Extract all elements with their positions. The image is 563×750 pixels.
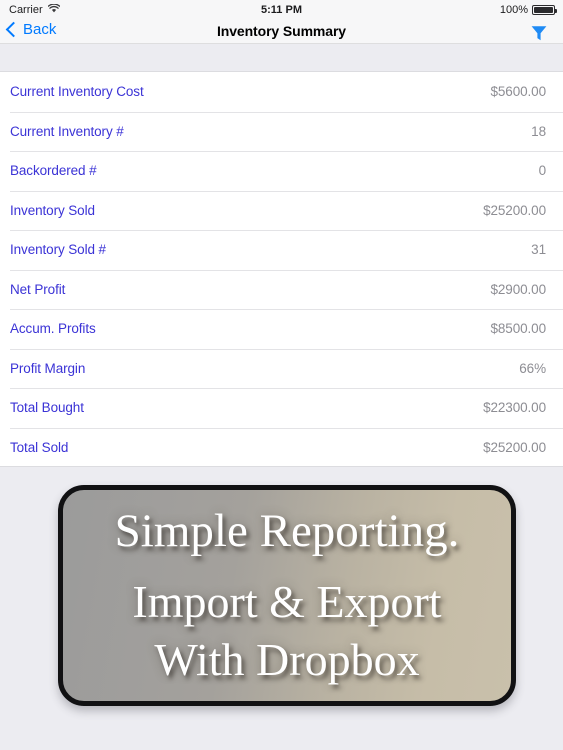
- promo-line-3: With Dropbox: [154, 633, 420, 685]
- table-bottom-divider: [0, 466, 563, 467]
- promo-line-2: Import & Export: [132, 576, 442, 628]
- table-row[interactable]: Total Sold $25200.00: [0, 427, 563, 467]
- row-value: 66%: [519, 360, 546, 376]
- funnel-filter-icon: [531, 26, 547, 41]
- table-row[interactable]: Accum. Profits $8500.00: [0, 309, 563, 349]
- table-row[interactable]: Total Bought $22300.00: [0, 388, 563, 428]
- promo-banner: Simple Reporting. Import & Export With D…: [58, 485, 516, 706]
- battery-percent-label: 100%: [499, 4, 528, 16]
- row-value: $2900.00: [490, 281, 546, 297]
- status-bar-right: 100%: [499, 4, 557, 16]
- table-section-header: [0, 45, 563, 72]
- battery-fill: [534, 7, 553, 13]
- inventory-summary-table: Current Inventory Cost $5600.00 Current …: [0, 72, 563, 467]
- table-row[interactable]: Inventory Sold # 31: [0, 230, 563, 270]
- row-label: Current Inventory Cost: [10, 84, 144, 100]
- table-row[interactable]: Net Profit $2900.00: [0, 269, 563, 309]
- table-row[interactable]: Current Inventory # 18: [0, 111, 563, 151]
- table-row[interactable]: Backordered # 0: [0, 151, 563, 191]
- row-label: Net Profit: [10, 281, 66, 297]
- row-value: $5600.00: [490, 84, 546, 100]
- row-label: Profit Margin: [10, 360, 86, 376]
- row-label: Current Inventory #: [10, 123, 124, 139]
- row-value: $22300.00: [483, 400, 546, 416]
- status-bar: Carrier 5:11 PM 100%: [0, 0, 563, 20]
- row-value: $25200.00: [483, 202, 546, 218]
- row-label: Total Sold: [10, 439, 69, 455]
- row-value: $25200.00: [483, 439, 546, 455]
- row-label: Total Bought: [10, 400, 84, 416]
- promo-line-1: Simple Reporting.: [114, 505, 460, 558]
- row-label: Inventory Sold #: [10, 242, 106, 258]
- row-value: $8500.00: [490, 321, 546, 337]
- table-row[interactable]: Profit Margin 66%: [0, 348, 563, 388]
- row-value: 31: [531, 242, 546, 258]
- page-title: Inventory Summary: [216, 23, 346, 39]
- table-row[interactable]: Inventory Sold $25200.00: [0, 190, 563, 230]
- app-screen: Carrier 5:11 PM 100% Back Inventory Summ…: [0, 0, 563, 750]
- row-label: Accum. Profits: [10, 321, 96, 337]
- filter-button[interactable]: [529, 23, 549, 43]
- status-bar-clock: 5:11 PM: [261, 4, 302, 16]
- battery-full-icon: [532, 5, 557, 15]
- row-value: 0: [538, 163, 547, 179]
- row-label: Backordered #: [10, 163, 97, 179]
- table-row[interactable]: Current Inventory Cost $5600.00: [0, 72, 563, 112]
- row-label: Inventory Sold: [10, 202, 95, 218]
- row-value: 18: [531, 123, 546, 139]
- navigation-bar: Back Inventory Summary: [0, 20, 563, 44]
